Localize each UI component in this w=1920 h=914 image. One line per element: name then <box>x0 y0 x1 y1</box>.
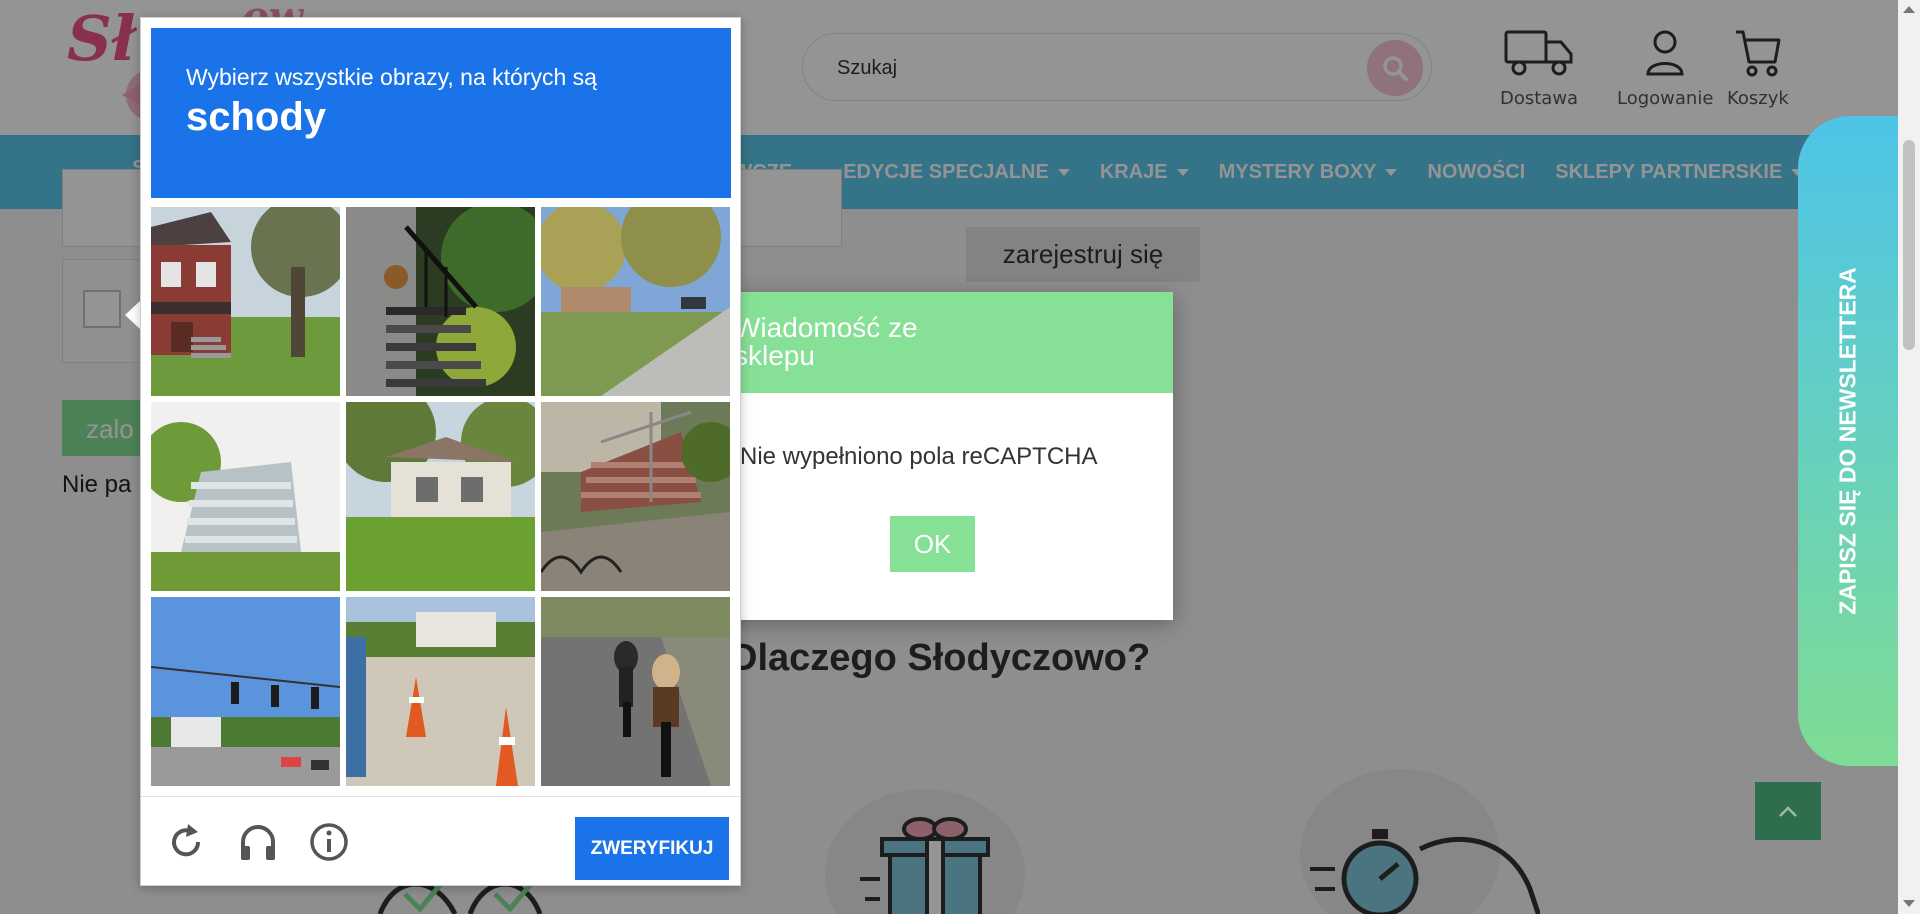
shop-message-title: Wiadomość ze sklepu <box>700 292 1173 393</box>
tile-motorcycles-road[interactable] <box>541 597 730 786</box>
recaptcha-header: Wybierz wszystkie obrazy, na których są … <box>151 28 731 198</box>
recaptcha-instruction: Wybierz wszystkie obrazy, na których są <box>186 64 597 90</box>
newsletter-label: ZAPISZ SIĘ DO NEWSLETTERA <box>1834 267 1861 615</box>
newsletter-tab[interactable]: ZAPISZ SIĘ DO NEWSLETTERA <box>1798 116 1898 766</box>
tile-construction-cones[interactable] <box>346 597 535 786</box>
tile-suburban-street[interactable] <box>541 207 730 396</box>
recaptcha-footer: ZWERYFIKUJ <box>141 796 741 886</box>
tile-white-house-lawn[interactable] <box>346 402 535 591</box>
recaptcha-pointer <box>125 301 140 329</box>
page-scrollbar[interactable] <box>1898 0 1920 914</box>
shop-message-modal: Wiadomość ze sklepu Nie wypełniono pola … <box>700 292 1173 620</box>
tile-outdoor-stone-stairs[interactable] <box>541 402 730 591</box>
tile-intersection-traffic-lights[interactable] <box>151 597 340 786</box>
scrollbar-thumb[interactable] <box>1903 140 1915 350</box>
shop-message-text: Nie wypełniono pola reCAPTCHA <box>740 443 1098 470</box>
shop-message-title-line2: sklepu <box>734 340 815 371</box>
recaptcha-challenge: Wybierz wszystkie obrazy, na których są … <box>140 17 741 886</box>
chevron-up-icon <box>1779 806 1797 817</box>
tile-dark-porch-stairs[interactable] <box>346 207 535 396</box>
info-icon[interactable] <box>309 822 349 862</box>
scroll-to-top-button[interactable] <box>1755 782 1821 840</box>
shop-message-title-line1: Wiadomość ze <box>734 312 918 343</box>
tile-red-brick-house-steps[interactable] <box>151 207 340 396</box>
recaptcha-image-grid <box>151 207 731 787</box>
tile-white-concrete-stairs[interactable] <box>151 402 340 591</box>
ok-button[interactable]: OK <box>890 516 975 572</box>
verify-button[interactable]: ZWERYFIKUJ <box>575 817 729 880</box>
scroll-down-arrow-icon[interactable] <box>1903 900 1915 907</box>
scroll-up-arrow-icon[interactable] <box>1903 6 1915 13</box>
headphones-icon[interactable] <box>238 822 278 862</box>
recaptcha-object: schody <box>186 95 327 139</box>
reload-icon[interactable] <box>166 822 206 862</box>
